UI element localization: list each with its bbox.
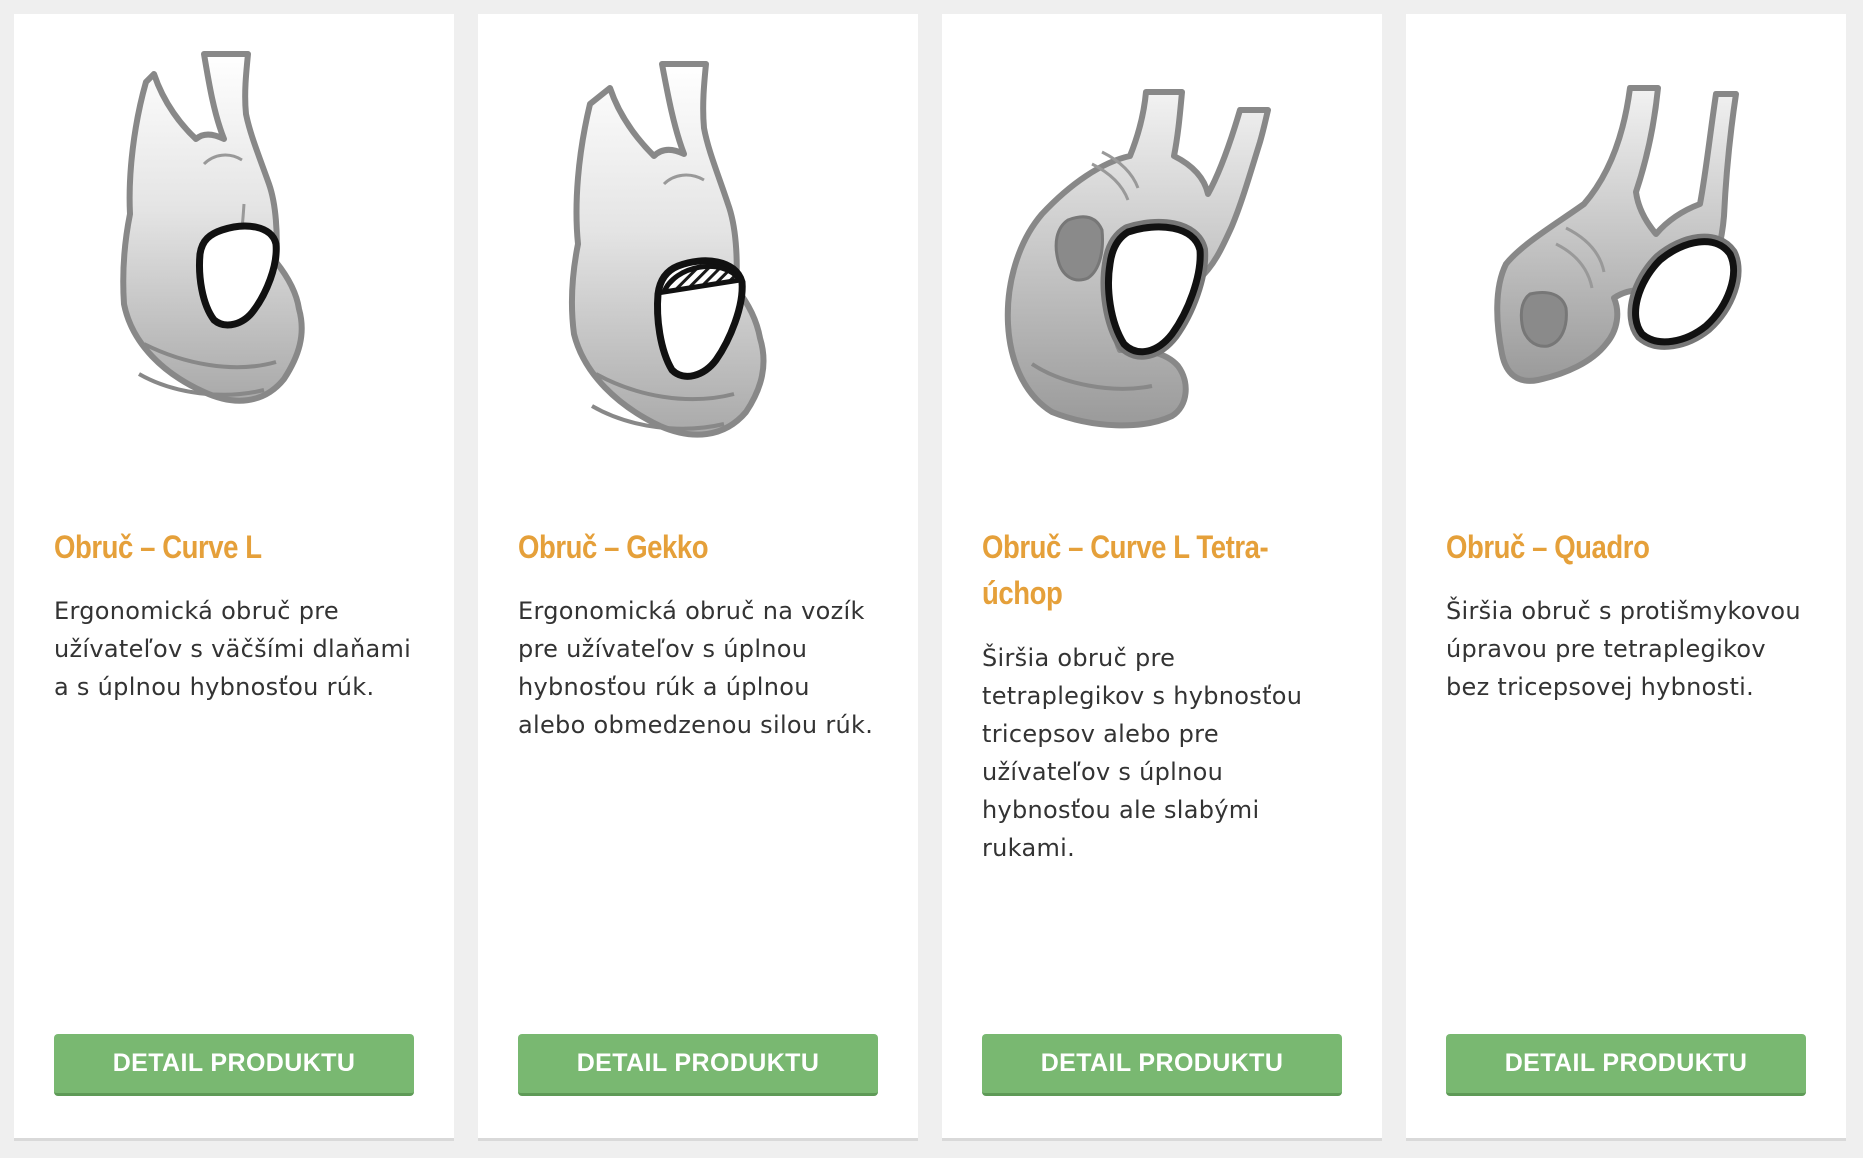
detail-product-button[interactable]: DETAIL PRODUKTU xyxy=(982,1034,1342,1096)
detail-product-button[interactable]: DETAIL PRODUKTU xyxy=(54,1034,414,1096)
product-title[interactable]: Obruč – Gekko xyxy=(518,524,879,570)
product-card-curve-l: Obruč – Curve L Ergonomická obruč pre už… xyxy=(14,14,454,1138)
product-title[interactable]: Obruč – Curve L Tetra-úchop xyxy=(982,524,1343,616)
hand-gripping-curve-l-rim-icon xyxy=(14,44,454,494)
product-description: Ergonomická obruč na vozík pre užívateľo… xyxy=(518,597,874,739)
product-title[interactable]: Obruč – Curve L xyxy=(54,524,415,570)
product-card-curve-l-tetra: Obruč – Curve L Tetra-úchop Širšia obruč… xyxy=(942,14,1382,1138)
product-grid: Obruč – Curve L Ergonomická obruč pre už… xyxy=(14,14,1846,1138)
product-card-gekko: Obruč – Gekko Ergonomická obruč na vozík… xyxy=(478,14,918,1138)
product-card-quadro: Obruč – Quadro Širšia obruč s protišmyko… xyxy=(1406,14,1846,1138)
hand-gripping-tetra-rim-icon xyxy=(942,44,1382,494)
detail-product-button[interactable]: DETAIL PRODUKTU xyxy=(1446,1034,1806,1096)
hand-gripping-quadro-rim-icon xyxy=(1406,44,1846,494)
product-title[interactable]: Obruč – Quadro xyxy=(1446,524,1807,570)
product-description: Širšia obruč pre tetraplegikov s hybnosť… xyxy=(982,644,1303,862)
detail-product-button[interactable]: DETAIL PRODUKTU xyxy=(518,1034,878,1096)
product-description: Ergonomická obruč pre užívateľov s väčší… xyxy=(54,597,412,701)
hand-gripping-gekko-rim-icon xyxy=(478,44,918,494)
product-description: Širšia obruč s protišmykovou úpravou pre… xyxy=(1446,597,1801,701)
